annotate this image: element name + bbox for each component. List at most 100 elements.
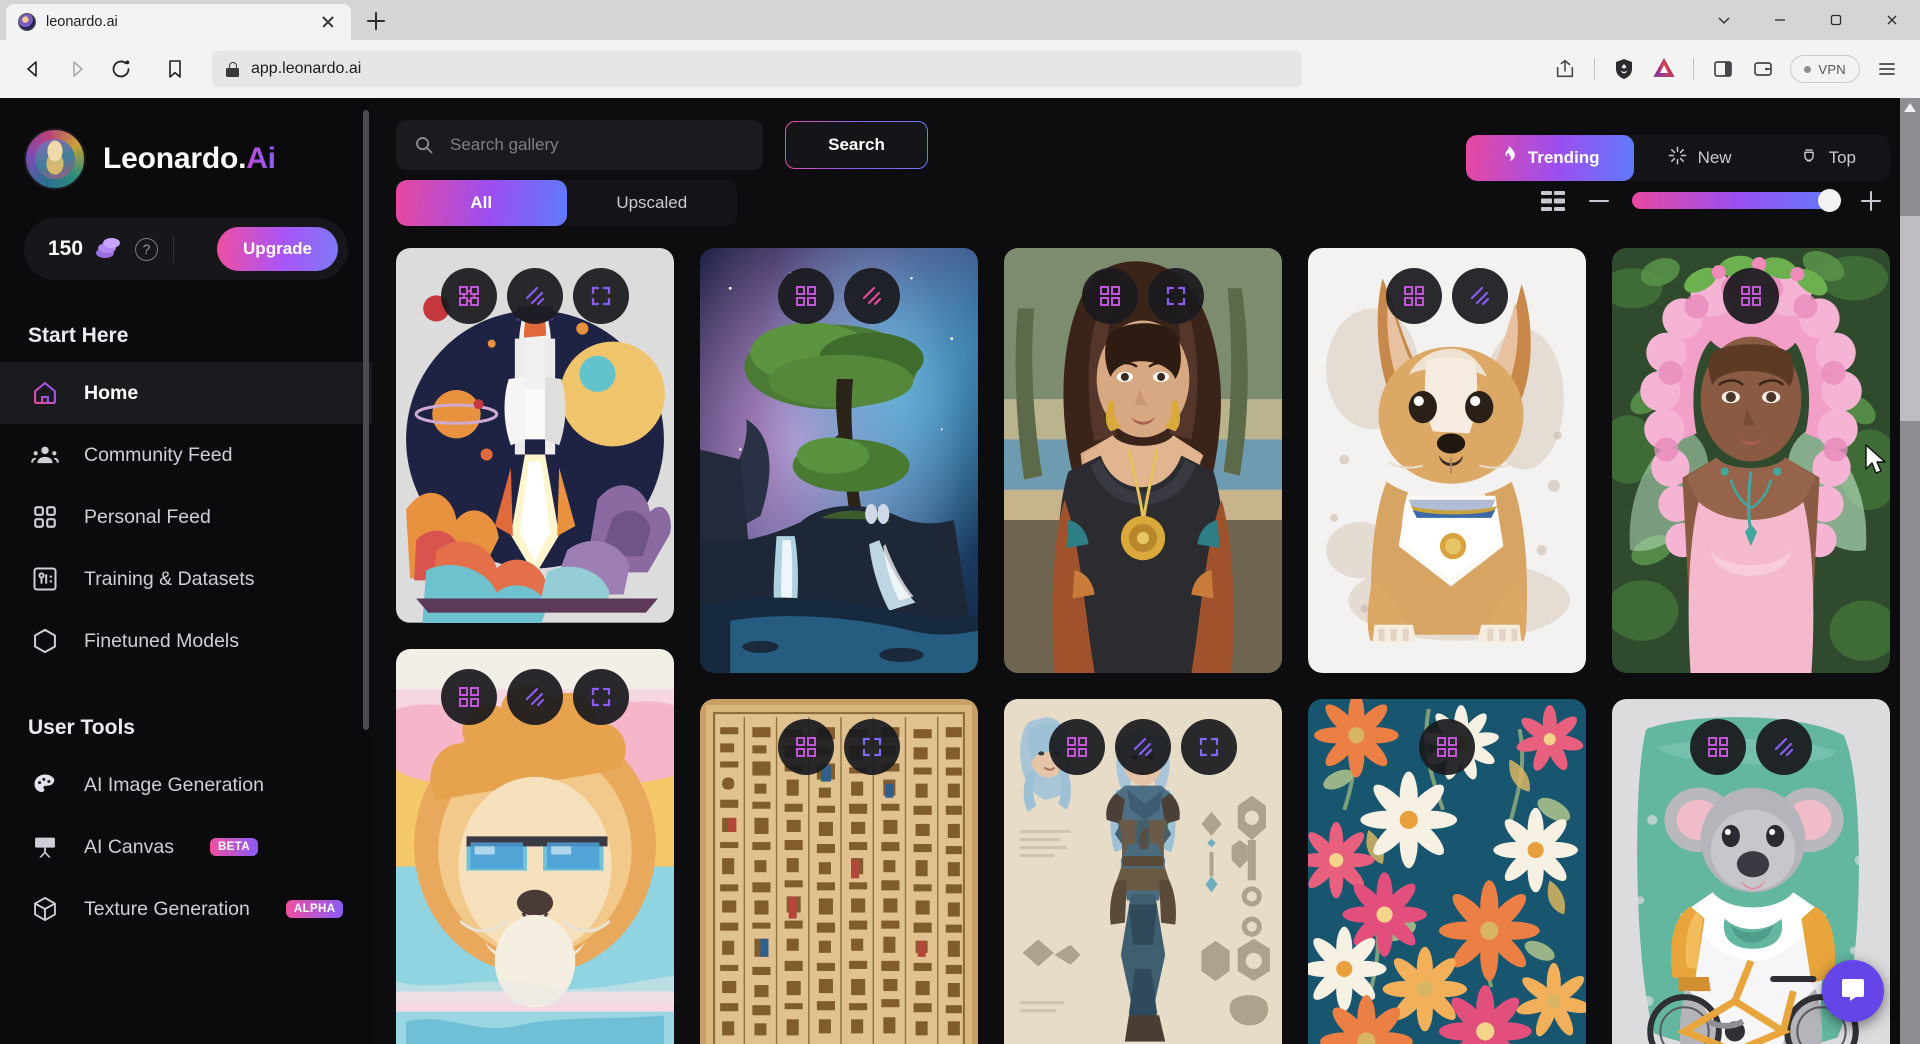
brave-rewards-triangle-icon[interactable] [1645,50,1683,88]
upscale-lines-icon[interactable] [1452,268,1508,324]
sidebar-item-finetuned-models[interactable]: Finetuned Models [0,610,372,672]
remix-grid-icon[interactable] [1690,719,1746,776]
vpn-label: VPN [1818,61,1846,77]
zoom-in-button[interactable] [1860,190,1882,212]
brand-name-suffix: Ai [246,142,276,175]
remix-grid-icon[interactable] [1419,719,1475,776]
sidebar-item-personal-feed[interactable]: Personal Feed [0,486,372,548]
training-chip-icon [30,564,60,594]
grid-layout-icon[interactable] [1540,190,1566,212]
bookmark-icon[interactable] [156,50,194,88]
zoom-slider-thumb[interactable] [1818,189,1841,212]
gallery-card-colorful-lion-sunglasses-illustration[interactable] [396,648,674,1044]
tab-top[interactable]: Top [1766,135,1890,181]
credits-divider [173,236,175,262]
tab-all[interactable]: All [396,180,567,226]
card-actions [1004,268,1282,324]
expand-arrows-icon[interactable] [1181,719,1237,776]
card-actions [1004,719,1282,776]
brand-name-text: Leonardo. [103,142,247,175]
upscale-lines-icon[interactable] [1756,719,1812,776]
remix-grid-icon[interactable] [778,268,834,324]
gallery-card-pink-haired-fairy-portrait[interactable] [1612,248,1890,674]
tab-trending[interactable]: Trending [1465,134,1634,181]
tab-new[interactable]: New [1634,135,1766,181]
gallery-card-bohemian-woman-portrait-beach[interactable] [1004,248,1282,674]
brave-lion-shield-icon[interactable] [1605,50,1643,88]
gallery-card-chihuahua-watercolor-portrait[interactable] [1308,248,1586,674]
remix-grid-icon[interactable] [778,719,834,776]
close-icon[interactable] [317,11,339,33]
card-actions [1308,268,1586,324]
flame-icon [1500,146,1517,169]
chevron-down-icon[interactable] [1696,0,1752,40]
page-scrollbar-thumb[interactable] [1900,216,1920,421]
remix-grid-icon[interactable] [1723,268,1779,324]
gallery-card-egyptian-hieroglyph-papyrus[interactable] [700,699,978,1044]
gallery-card-floral-pattern-blue-background[interactable] [1308,699,1586,1044]
sidebar-item-ai-image-generation[interactable]: AI Image Generation [0,754,372,816]
zoom-out-button[interactable] [1588,190,1610,212]
search-button[interactable]: Search [785,121,928,169]
forward-arrow-icon[interactable] [58,50,96,88]
sidebar-item-label: Community Feed [84,443,233,466]
expand-arrows-icon[interactable] [573,268,629,324]
remix-grid-icon[interactable] [1386,268,1442,324]
hamburger-menu-icon[interactable] [1868,50,1906,88]
address-bar[interactable]: app.leonardo.ai [212,51,1302,87]
close-icon[interactable] [1864,0,1920,40]
upscale-lines-icon[interactable] [844,268,900,324]
remix-grid-icon[interactable] [1049,719,1105,776]
expand-arrows-icon[interactable] [573,668,629,725]
sidebar-section-user-tools: User Tools [28,716,135,739]
back-arrow-icon[interactable] [14,50,52,88]
intercom-chat-button[interactable] [1822,960,1884,1022]
sidebar-item-texture-generation[interactable]: Texture Generation ALPHA [0,878,372,940]
tab-upscaled[interactable]: Upscaled [567,180,738,226]
sort-label: Top [1828,147,1856,167]
sidebar-scrollbar[interactable] [363,98,369,1044]
grid-squares-icon [30,502,60,532]
expand-arrows-icon[interactable] [844,719,900,776]
upscale-lines-icon[interactable] [1115,719,1171,776]
reload-icon[interactable] [102,50,140,88]
brand-logo-link[interactable]: Leonardo.Ai [0,128,372,190]
gallery-card-rocket-launch-illustration[interactable] [396,248,674,623]
browser-tab[interactable]: leonardo.ai [6,4,351,40]
sidebar-scrollbar-thumb[interactable] [363,110,369,730]
credits-panel: 150 ? Upgrade [24,218,348,280]
remix-grid-icon[interactable] [441,668,497,725]
page-scrollbar[interactable] [1900,98,1920,1044]
sidebar-item-label: AI Canvas [84,835,174,858]
scrollbar-up-arrow[interactable] [1900,98,1920,116]
vpn-toggle[interactable]: VPN [1790,55,1860,83]
gallery-card-fantasy-tree-waterfall-galaxy[interactable] [700,248,978,674]
zoom-slider[interactable] [1632,189,1841,212]
upgrade-button[interactable]: Upgrade [217,227,338,271]
plus-icon[interactable] [359,4,393,38]
share-icon[interactable] [1546,50,1584,88]
home-icon [30,378,60,408]
wallet-icon[interactable] [1744,50,1782,88]
maximize-icon[interactable] [1808,0,1864,40]
card-actions [1612,719,1890,776]
search-input[interactable] [450,135,745,155]
sidebar-panel-icon[interactable] [1704,50,1742,88]
remix-grid-icon[interactable] [1082,268,1138,324]
vpn-status-dot [1804,65,1812,73]
sidebar-item-ai-canvas[interactable]: AI Canvas BETA [0,816,372,878]
expand-arrows-icon[interactable] [1148,268,1204,324]
sidebar-item-label: AI Image Generation [84,773,264,796]
minimize-icon[interactable] [1752,0,1808,40]
sidebar-scroll-area: Leonardo.Ai 150 ? Upgrade Start Here Hom… [0,98,372,1044]
alpha-badge: ALPHA [285,900,344,918]
sidebar-item-training-datasets[interactable]: Training & Datasets [0,548,372,610]
search-field-wrapper[interactable] [396,120,763,170]
sidebar-item-community-feed[interactable]: Community Feed [0,424,372,486]
gallery-card-blue-haired-warrior-character-sheet[interactable] [1004,699,1282,1044]
remix-grid-icon[interactable] [441,268,497,324]
help-circle-icon[interactable]: ? [135,237,159,261]
upscale-lines-icon[interactable] [507,668,563,725]
upscale-lines-icon[interactable] [507,268,563,324]
sidebar-item-home[interactable]: Home [0,362,372,424]
